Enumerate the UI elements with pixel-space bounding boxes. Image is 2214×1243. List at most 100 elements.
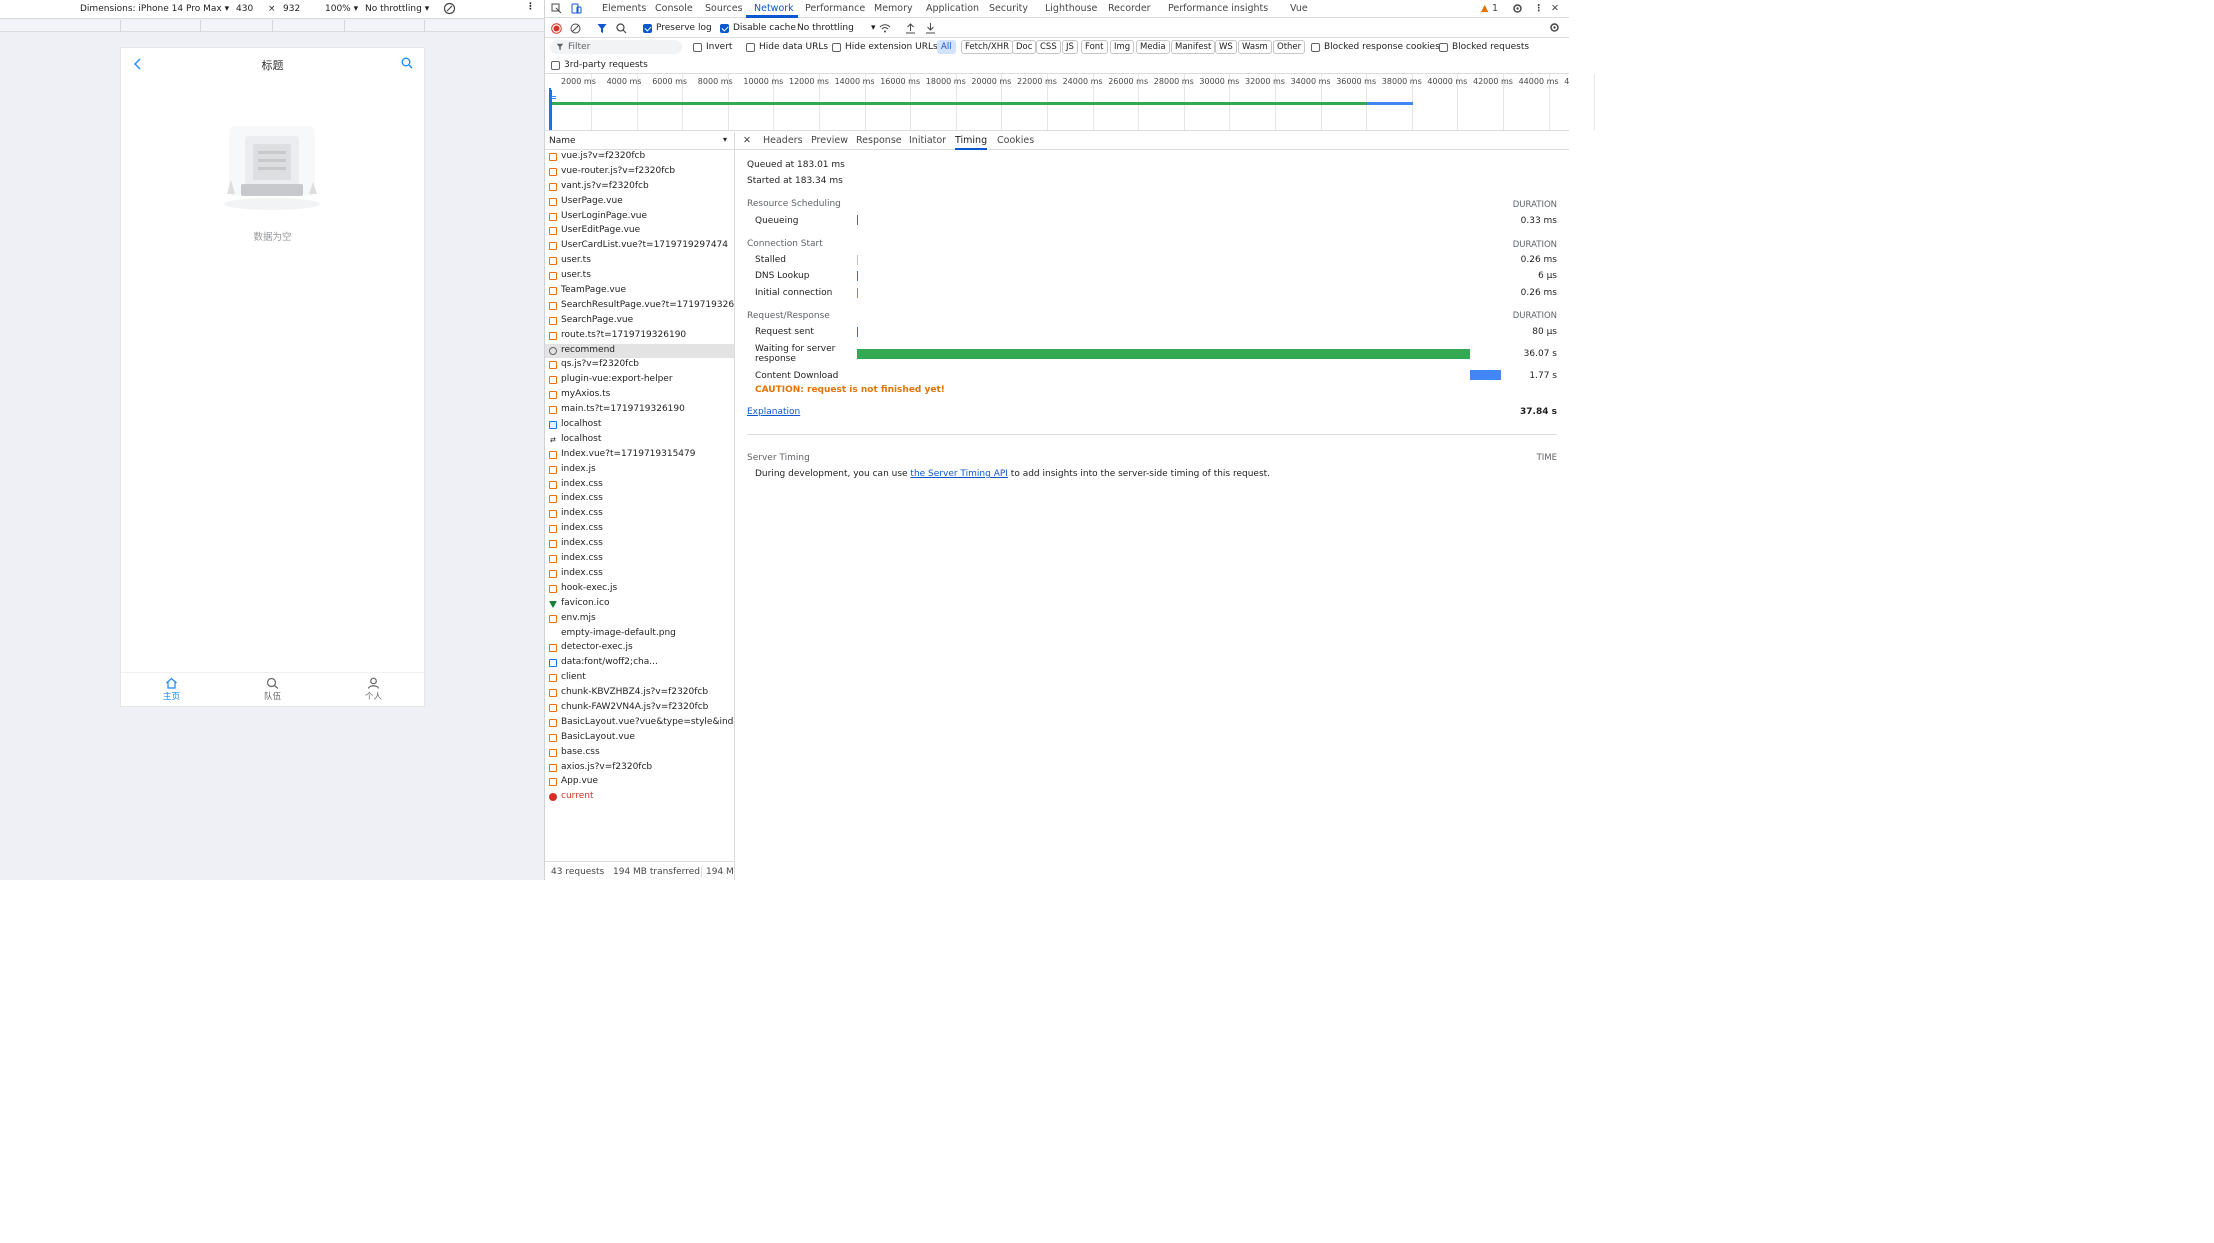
request-row[interactable]: myAxios.ts: [545, 388, 734, 403]
tab-sources[interactable]: Sources: [705, 3, 743, 14]
zoom-select[interactable]: 100% ▾: [325, 4, 358, 14]
search-icon[interactable]: [401, 57, 413, 69]
network-overview[interactable]: 2000 ms 4000 ms 6000 ms 8000 ms 10000 ms 1200…: [545, 74, 1596, 131]
type-filter-media[interactable]: Media: [1136, 40, 1170, 54]
tab-timing[interactable]: Timing: [955, 135, 988, 150]
filter-icon[interactable]: [597, 23, 607, 34]
request-row[interactable]: main.ts?t=1719719326190: [545, 403, 734, 418]
request-row[interactable]: TeamPage.vue: [545, 284, 734, 299]
request-row[interactable]: index.js: [545, 463, 734, 478]
tab-headers[interactable]: Headers: [763, 135, 803, 146]
blocked-response-cookies-checkbox[interactable]: [1311, 43, 1320, 52]
tabbar-item-team[interactable]: 队伍: [222, 673, 323, 706]
type-filter-doc[interactable]: Doc: [1012, 40, 1037, 54]
wifi-settings-icon[interactable]: [879, 23, 891, 34]
record-icon[interactable]: [551, 23, 562, 34]
tab-elements[interactable]: Elements: [602, 3, 646, 14]
request-row[interactable]: BasicLayout.vue?vue&type=style&index...: [545, 716, 734, 731]
request-row[interactable]: ⇄ localhost: [545, 433, 734, 448]
request-row[interactable]: index.css: [545, 522, 734, 537]
request-row[interactable]: env.mjs: [545, 612, 734, 627]
request-row[interactable]: base.css: [545, 746, 734, 761]
tab-performance-insights[interactable]: Performance insights: [1168, 3, 1268, 14]
tab-performance[interactable]: Performance: [805, 3, 865, 14]
request-row[interactable]: axios.js?v=f2320fcb: [545, 761, 734, 776]
request-row[interactable]: chunk-KBVZHBZ4.js?v=f2320fcb: [545, 686, 734, 701]
request-row[interactable]: UserEditPage.vue: [545, 224, 734, 239]
search-icon[interactable]: [616, 23, 627, 34]
request-row[interactable]: data:font/woff2;cha...: [545, 656, 734, 671]
request-row[interactable]: chunk-FAW2VN4A.js?v=f2320fcb: [545, 701, 734, 716]
request-row[interactable]: Index.vue?t=1719719315479: [545, 448, 734, 463]
more-icon[interactable]: ⋮: [526, 2, 535, 12]
tab-console[interactable]: Console: [655, 3, 693, 14]
request-row[interactable]: favicon.ico: [545, 597, 734, 612]
request-row[interactable]: current: [545, 790, 734, 805]
type-filter-manifest[interactable]: Manifest: [1171, 40, 1216, 54]
request-row[interactable]: UserCardList.vue?t=1719719297474: [545, 239, 734, 254]
tab-application[interactable]: Application: [926, 3, 979, 14]
type-filter-fetch-xhr[interactable]: Fetch/XHR: [961, 40, 1014, 54]
request-row[interactable]: plugin-vue:export-helper: [545, 373, 734, 388]
request-row[interactable]: SearchResultPage.vue?t=1719719326190: [545, 299, 734, 314]
filter-input[interactable]: Filter: [550, 40, 682, 54]
tabbar-item-profile[interactable]: 个人: [323, 673, 424, 706]
request-row[interactable]: App.vue: [545, 775, 734, 790]
request-row[interactable]: qs.js?v=f2320fcb: [545, 358, 734, 373]
tab-vue[interactable]: Vue: [1290, 3, 1308, 14]
hide-data-urls-checkbox[interactable]: [746, 43, 755, 52]
tab-response[interactable]: Response: [856, 135, 902, 146]
tab-preview[interactable]: Preview: [811, 135, 848, 146]
request-row[interactable]: UserPage.vue: [545, 195, 734, 210]
tab-cookies[interactable]: Cookies: [997, 135, 1034, 146]
request-row[interactable]: client: [545, 671, 734, 686]
request-row[interactable]: index.css: [545, 492, 734, 507]
request-row[interactable]: user.ts: [545, 269, 734, 284]
type-filter-img[interactable]: Img: [1110, 40, 1135, 54]
request-row[interactable]: BasicLayout.vue: [545, 731, 734, 746]
request-row[interactable]: recommend: [545, 343, 734, 359]
tabbar-item-home[interactable]: 主页: [121, 673, 222, 706]
explanation-link[interactable]: Explanation: [747, 407, 800, 417]
request-row[interactable]: vue-router.js?v=f2320fcb: [545, 165, 734, 180]
export-icon[interactable]: [925, 22, 936, 34]
network-throttle-select[interactable]: No throttling ▾: [797, 23, 876, 33]
request-row[interactable]: route.ts?t=1719719326190: [545, 329, 734, 344]
inspect-icon[interactable]: [551, 3, 562, 14]
request-row[interactable]: index.css: [545, 507, 734, 522]
tab-security[interactable]: Security: [989, 3, 1028, 14]
request-row[interactable]: index.css: [545, 567, 734, 582]
request-row[interactable]: index.css: [545, 537, 734, 552]
invert-checkbox[interactable]: [693, 43, 702, 52]
request-row[interactable]: index.css: [545, 478, 734, 493]
more-icon[interactable]: ⋮: [1534, 3, 1544, 14]
tab-memory[interactable]: Memory: [874, 3, 913, 14]
settings-icon[interactable]: [1512, 3, 1523, 14]
tab-network[interactable]: Network: [754, 3, 794, 14]
type-filter-ws[interactable]: WS: [1215, 40, 1237, 54]
import-icon[interactable]: [905, 22, 916, 34]
type-filter-css[interactable]: CSS: [1036, 40, 1061, 54]
close-icon[interactable]: ✕: [1551, 3, 1559, 14]
request-row[interactable]: empty-image-default.png: [545, 627, 734, 642]
type-filter-js[interactable]: JS: [1062, 40, 1078, 54]
third-party-checkbox[interactable]: [551, 61, 560, 70]
request-row[interactable]: UserLoginPage.vue: [545, 210, 734, 225]
rotate-icon[interactable]: [443, 2, 456, 18]
tab-recorder[interactable]: Recorder: [1108, 3, 1151, 14]
request-row[interactable]: index.css: [545, 552, 734, 567]
request-row[interactable]: vant.js?v=f2320fcb: [545, 180, 734, 195]
server-timing-api-link[interactable]: the Server Timing API: [910, 469, 1008, 479]
request-row[interactable]: detector-exec.js: [545, 641, 734, 656]
name-column-header[interactable]: Name ▾: [545, 132, 735, 150]
network-settings-icon[interactable]: [1549, 22, 1560, 33]
width-input[interactable]: 430: [236, 4, 253, 14]
request-row[interactable]: vue.js?v=f2320fcb: [545, 150, 734, 165]
tab-lighthouse[interactable]: Lighthouse: [1045, 3, 1097, 14]
request-row[interactable]: hook-exec.js: [545, 582, 734, 597]
request-row[interactable]: user.ts: [545, 254, 734, 269]
device-select[interactable]: Dimensions: iPhone 14 Pro Max ▾: [80, 4, 229, 14]
throttle-select[interactable]: No throttling ▾: [365, 4, 429, 14]
hide-extension-urls-checkbox[interactable]: [832, 43, 841, 52]
type-filter-wasm[interactable]: Wasm: [1238, 40, 1272, 54]
